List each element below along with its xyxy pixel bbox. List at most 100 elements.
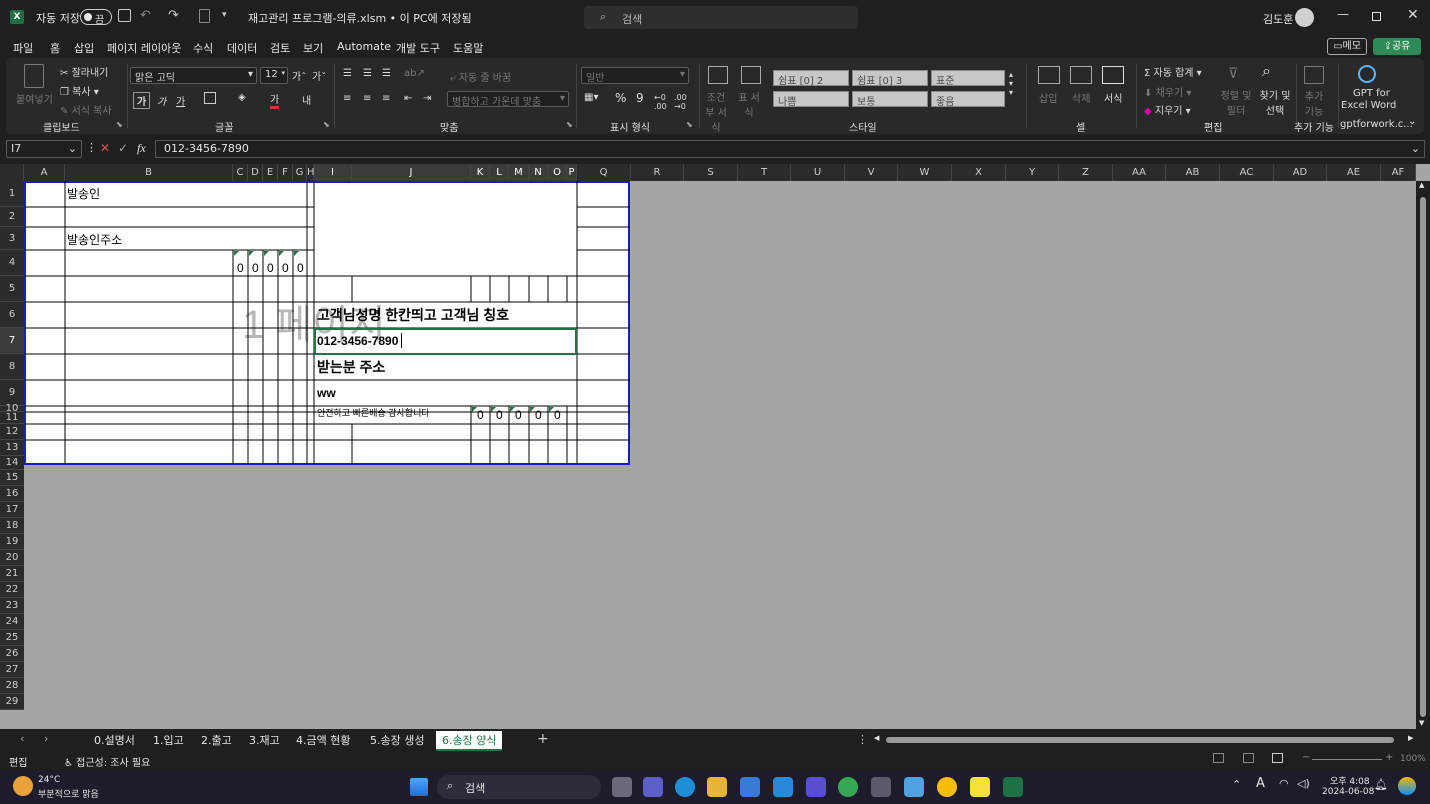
customize-qat-icon[interactable]: ▾: [222, 10, 227, 20]
fill-color-icon[interactable]: ◈: [238, 92, 246, 103]
name-box[interactable]: I7 ⌄: [6, 140, 82, 158]
cancel-icon[interactable]: ✕: [100, 141, 110, 155]
page-break-view-icon[interactable]: [1272, 753, 1283, 763]
merge-center-button[interactable]: 병합하고 가운데 맞춤 ▾: [447, 91, 569, 107]
column-header-w[interactable]: W: [898, 164, 952, 181]
wrap-text-button[interactable]: ⤶ 자동 줄 바꿈: [450, 69, 511, 84]
delete-cells-icon[interactable]: [1070, 66, 1092, 84]
percent-icon[interactable]: %: [615, 91, 626, 105]
menu-developer[interactable]: 개발 도구: [396, 40, 440, 56]
italic-button[interactable]: 가: [157, 93, 166, 108]
row-header-18[interactable]: 18: [0, 518, 24, 534]
font-color-icon[interactable]: 가: [270, 91, 280, 109]
collapse-ribbon-icon[interactable]: ⌄: [1408, 116, 1416, 127]
decrease-font-icon[interactable]: 가ˇ: [312, 68, 326, 83]
sheet-tab-2[interactable]: 2.출고: [195, 731, 238, 749]
horizontal-scroll-thumb[interactable]: [886, 737, 1394, 743]
style-comma0-3[interactable]: 쉼표 [0] 3: [852, 70, 928, 87]
row-header-17[interactable]: 17: [0, 502, 24, 518]
sheet-tab-0[interactable]: 0.설명서: [88, 731, 141, 749]
insert-cells-icon[interactable]: [1038, 66, 1060, 84]
clock-date[interactable]: 2024-06-08: [1322, 787, 1374, 797]
weather-desc[interactable]: 부분적으로 맑음: [38, 787, 99, 800]
align-center-icon[interactable]: ≡: [363, 93, 371, 104]
addins-button[interactable]: 추가 기능: [1303, 88, 1325, 118]
tab-scroll-right-icon[interactable]: ›: [44, 732, 48, 745]
new-file-icon[interactable]: [199, 9, 210, 23]
row4-value[interactable]: 0: [282, 261, 289, 275]
autosave-toggle[interactable]: 끔: [80, 9, 112, 26]
page-layout-view-icon[interactable]: [1243, 753, 1254, 763]
calculator-icon[interactable]: [871, 777, 891, 797]
cell-b3[interactable]: 발송인주소: [67, 231, 122, 248]
row-header-16[interactable]: 16: [0, 486, 24, 502]
undo-icon[interactable]: ↶: [140, 8, 151, 23]
bold-button[interactable]: 가: [133, 92, 151, 109]
conditional-format-icon[interactable]: [708, 66, 728, 84]
teams-icon[interactable]: [643, 777, 663, 797]
menu-review[interactable]: 검토: [270, 40, 290, 56]
document-title[interactable]: 재고관리 프로그램-의류.xlsm • 이 PC에 저장됨: [248, 10, 472, 26]
weather-temp[interactable]: 24°C: [38, 775, 60, 785]
excel-taskbar-icon[interactable]: [1003, 777, 1023, 797]
cell-i7[interactable]: 012-3456-7890: [317, 334, 398, 348]
menu-page-layout[interactable]: 페이지 레이아웃: [107, 40, 181, 56]
menu-data[interactable]: 데이터: [227, 40, 257, 56]
sheet-tab-1[interactable]: 1.입고: [147, 731, 190, 749]
minimize-icon[interactable]: —: [1337, 7, 1349, 21]
cell-i6[interactable]: 고객님성명 한칸띄고 고객님 칭호: [317, 305, 509, 325]
column-header-ac[interactable]: AC: [1220, 164, 1274, 181]
number-format-select[interactable]: 일반 ▾: [581, 67, 689, 84]
zoom-level[interactable]: 100%: [1400, 754, 1426, 764]
row10-value[interactable]: 0: [477, 408, 484, 422]
decrease-indent-icon[interactable]: ⇤: [404, 93, 412, 104]
format-cells-icon[interactable]: [1102, 66, 1124, 84]
number-launcher-icon[interactable]: ⬊: [686, 120, 693, 129]
column-header-y[interactable]: Y: [1006, 164, 1059, 181]
column-header-t[interactable]: T: [738, 164, 791, 181]
row-header-19[interactable]: 19: [0, 534, 24, 550]
user-name[interactable]: 김도훈: [1263, 11, 1293, 27]
horizontal-scrollbar[interactable]: ◀ ▶: [874, 734, 1420, 745]
phonetic-icon[interactable]: 내: [302, 92, 311, 107]
edge-icon[interactable]: [675, 777, 695, 797]
store-icon[interactable]: [740, 777, 760, 797]
task-view-icon[interactable]: [612, 777, 632, 797]
accessibility-status[interactable]: ♿ 접근성: 조사 필요: [64, 754, 150, 769]
decrease-decimal-icon[interactable]: .00 →0: [674, 93, 687, 111]
formula-input[interactable]: 012-3456-7890 ⌄: [155, 140, 1425, 158]
style-neutral[interactable]: 보통: [852, 91, 928, 108]
enter-icon[interactable]: ✓: [118, 141, 128, 155]
zoom-slider[interactable]: [1312, 759, 1382, 760]
column-header-af[interactable]: AF: [1381, 164, 1416, 181]
column-header-ae[interactable]: AE: [1327, 164, 1381, 181]
normal-view-icon[interactable]: [1213, 753, 1224, 763]
column-header-x[interactable]: X: [952, 164, 1006, 181]
redo-icon[interactable]: ↷: [168, 8, 179, 23]
vertical-scrollbar[interactable]: ▲ ▼: [1416, 181, 1430, 729]
insert-cells-button[interactable]: 삽입: [1039, 90, 1057, 105]
fill-button[interactable]: ⬇ 채우기 ▾: [1144, 84, 1191, 99]
menu-help[interactable]: 도움말: [453, 40, 483, 56]
table-format-button[interactable]: 표 서식: [736, 89, 762, 119]
cut-button[interactable]: ✂ 잘라내기: [60, 64, 108, 79]
cell-b1[interactable]: 발송인: [67, 185, 100, 202]
orientation-icon[interactable]: ab↗: [404, 68, 425, 79]
comma-icon[interactable]: 9: [636, 91, 644, 105]
align-middle-icon[interactable]: ☰: [363, 68, 372, 79]
style-normal[interactable]: 표준: [931, 70, 1005, 87]
font-launcher-icon[interactable]: ⬊: [323, 120, 330, 129]
paste-icon[interactable]: [24, 64, 44, 88]
column-header-aa[interactable]: AA: [1113, 164, 1166, 181]
worksheet-grid[interactable]: A B C D E F G H I J K L M N O P Q R S T U V W X Y Z AA AB AC AD AE AF 1…: [0, 164, 1430, 729]
tab-scroll-left-icon[interactable]: ‹: [20, 732, 24, 745]
media-icon[interactable]: [806, 777, 826, 797]
hscroll-right-icon[interactable]: ▶: [1408, 734, 1413, 742]
row-header-29[interactable]: 29: [0, 694, 24, 710]
taskbar-search[interactable]: ⌕ 검색: [437, 775, 601, 799]
delete-cells-button[interactable]: 삭제: [1072, 90, 1090, 105]
paste-button[interactable]: 붙여넣기: [16, 91, 53, 106]
scroll-down-icon[interactable]: ▼: [1419, 719, 1424, 727]
sheet-tab-3[interactable]: 3.재고: [243, 731, 286, 749]
style-good[interactable]: 좋음: [931, 91, 1005, 108]
